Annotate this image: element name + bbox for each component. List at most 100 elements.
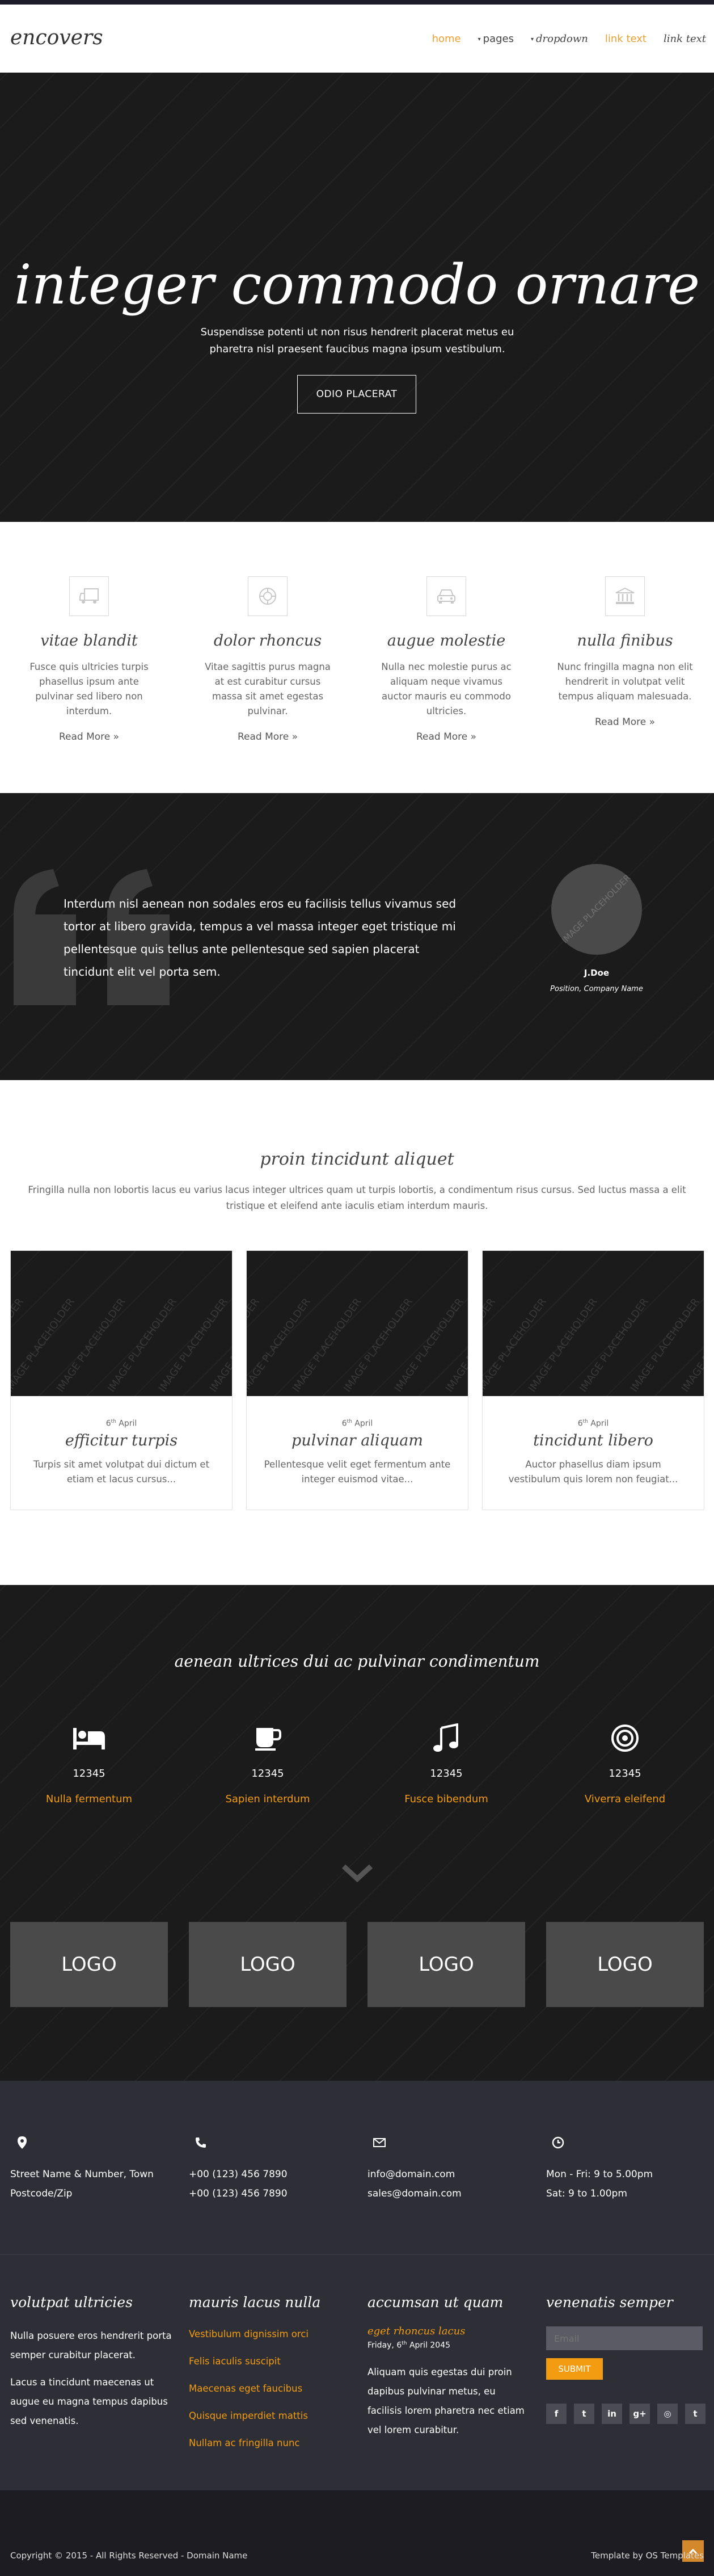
- template-credit[interactable]: Template by OS Templates: [591, 2550, 704, 2561]
- blog-card[interactable]: IMAGE PLACEHOLDERIMAGE PLACEHOLDERIMAGE …: [322, 1250, 714, 1510]
- nav-item-dropdown[interactable]: ▾ dropdown: [531, 33, 588, 45]
- contact-email: info@domain.com sales@domain.com: [367, 2131, 538, 2203]
- nav-item-pages[interactable]: ▾ pages: [478, 33, 514, 45]
- instagram-icon[interactable]: ◎: [657, 2404, 678, 2424]
- chevron-down-icon: [341, 1864, 373, 1883]
- feature-card: vitae blandit Fusce quis ultricies turpi…: [21, 576, 157, 743]
- blog-section: proin tincidunt aliquet Fringilla nulla …: [0, 1080, 714, 1585]
- news-post-date: Friday, 6th April 2045: [367, 2341, 532, 2350]
- news-post-link[interactable]: eget rhoncus lacus: [367, 2325, 532, 2337]
- testimonial-text: Interdum nisl aenean non sodales eros eu…: [64, 897, 457, 979]
- contact-address: Street Name & Number, Town Postcode/Zip: [10, 2131, 180, 2203]
- blog-card[interactable]: IMAGE PLACEHOLDERIMAGE PLACEHOLDERIMAGE …: [86, 1250, 568, 1510]
- client-logo[interactable]: LOGO: [546, 1922, 704, 2007]
- feature-card: augue molestie Nulla nec molestie purus …: [378, 576, 514, 743]
- clock-icon: [546, 2131, 570, 2155]
- footer-link[interactable]: Felis iaculis suscipit: [189, 2348, 353, 2375]
- footer-link[interactable]: Maecenas eget faucibus: [189, 2375, 353, 2402]
- main-menu: home ▾ pages ▾ dropdown link text link tex…: [415, 33, 706, 45]
- submit-button[interactable]: SUBMIT: [546, 2358, 603, 2380]
- section-title: proin tincidunt aliquet: [260, 1149, 454, 1169]
- copyright-text: Copyright © 2015 - All Rights Reserved -…: [10, 2550, 248, 2561]
- tumblr-icon[interactable]: t: [685, 2404, 705, 2424]
- contact-line: Sat: 9 to 1.00pm: [546, 2188, 627, 2199]
- blog-card[interactable]: IMAGE PLACEHOLDERIMAGE PLACEHOLDERIMAGE …: [0, 1250, 332, 1510]
- post-date: 6th April: [247, 1419, 468, 1428]
- testimonial-section: Interdum nisl aenean non sodales eros eu…: [0, 793, 714, 1080]
- contact-line: +00 (123) 456 7890: [189, 2169, 288, 2180]
- footer-col-title: volutpat ultricies: [10, 2294, 133, 2311]
- post-excerpt: Pellentesque velit eget fermentum ante i…: [264, 1458, 451, 1485]
- feature-text: Nunc fringilla magna non elit hendrerit …: [557, 661, 693, 702]
- footer-link[interactable]: Vestibulum dignissim orci: [189, 2321, 353, 2348]
- envelope-icon: [367, 2131, 391, 2155]
- feature-card: dolor rhoncus Vitae sagittis purus magna…: [200, 576, 336, 743]
- post-day: 6: [396, 2341, 402, 2350]
- read-more-link[interactable]: Read More »: [557, 716, 693, 728]
- car-icon: [426, 576, 466, 616]
- feature-card: nulla finibus Nunc fringilla magna non e…: [557, 576, 693, 728]
- nav-item-link-text-2[interactable]: link text: [664, 33, 706, 45]
- stats-section: aenean ultrices dui ac pulvinar condimen…: [0, 1585, 714, 2081]
- footer-link[interactable]: Nullam ac fringilla nunc: [189, 2430, 353, 2457]
- site-logo[interactable]: encovers: [10, 26, 103, 49]
- post-title[interactable]: efficitur turpis: [11, 1432, 232, 1449]
- post-excerpt: Turpis sit amet volutpat dui dictum et e…: [33, 1458, 210, 1485]
- post-day-suffix: th: [582, 1419, 588, 1424]
- footer-col-title: mauris lacus nulla: [189, 2294, 321, 2311]
- contact-line[interactable]: sales@domain.com: [367, 2184, 538, 2203]
- post-month: April: [590, 1419, 609, 1428]
- twitter-icon[interactable]: t: [574, 2404, 594, 2424]
- bed-icon: [21, 1721, 157, 1755]
- post-month: April: [354, 1419, 373, 1428]
- contact-line: +00 (123) 456 7890: [189, 2188, 288, 2199]
- post-title[interactable]: pulvinar aliquam: [247, 1432, 468, 1449]
- client-logo[interactable]: LOGO: [367, 1922, 525, 2007]
- client-logo[interactable]: LOGO: [10, 1922, 168, 2007]
- post-month-year: April 2045: [409, 2341, 451, 2350]
- nav-item-link-text[interactable]: link text: [605, 33, 647, 45]
- news-post-text: Aliquam quis egestas dui proin dapibus p…: [367, 2366, 525, 2435]
- read-more-link[interactable]: Read More »: [378, 731, 514, 743]
- footer-col-title: venenatis semper: [546, 2294, 673, 2311]
- divider: [0, 2254, 714, 2255]
- social-links: f t in g+ ◎ t: [546, 2404, 711, 2424]
- feature-text: Nulla nec molestie purus ac aliquam nequ…: [381, 661, 512, 716]
- map-marker-icon: [10, 2131, 34, 2155]
- image-placeholder-art: IMAGE PLACEHOLDERIMAGE PLACEHOLDERIMAGE …: [86, 1296, 568, 1394]
- stat-item: 12345 Nulla fermentum: [21, 1721, 157, 1805]
- facebook-icon[interactable]: f: [546, 2404, 567, 2424]
- section-subtitle: Fringilla nulla non lobortis lacus eu va…: [28, 1184, 686, 1211]
- feature-title: dolor rhoncus: [213, 632, 322, 650]
- client-logo[interactable]: LOGO: [189, 1922, 347, 2007]
- post-date: 6th April: [11, 1419, 232, 1428]
- footer-col-title: accumsan ut quam: [367, 2294, 504, 2311]
- footer-link[interactable]: Quisque imperdiet mattis: [189, 2402, 353, 2430]
- hero-title: integer commodo ornare: [14, 253, 700, 317]
- feature-title: augue molestie: [387, 632, 506, 650]
- features-section: vitae blandit Fusce quis ultricies turpi…: [0, 522, 714, 793]
- read-more-link[interactable]: Read More »: [200, 731, 336, 743]
- contact-line: Street Name & Number, Town: [10, 2169, 154, 2180]
- caret-down-icon: ▾: [478, 36, 481, 43]
- post-title[interactable]: tincidunt libero: [483, 1432, 704, 1449]
- phone-icon: [189, 2131, 213, 2155]
- image-placeholder-art: IMAGE PLACEHOLDERIMAGE PLACEHOLDERIMAGE …: [322, 1296, 714, 1394]
- feature-title: vitae blandit: [40, 632, 138, 650]
- nav-item-home[interactable]: home: [432, 33, 461, 45]
- top-strip: [0, 0, 714, 5]
- nav-item-label: dropdown: [536, 33, 588, 45]
- read-more-link[interactable]: Read More »: [21, 731, 157, 743]
- stat-label: Fusce bibendum: [404, 1793, 488, 1805]
- google-plus-icon[interactable]: g+: [629, 2404, 650, 2424]
- hero-button[interactable]: ODIO PLACERAT: [297, 375, 416, 414]
- linkedin-icon[interactable]: in: [602, 2404, 622, 2424]
- feature-text: Fusce quis ultricies turpis phasellus ip…: [29, 661, 149, 716]
- contact-line[interactable]: info@domain.com: [367, 2165, 538, 2184]
- music-note-icon: [378, 1721, 514, 1755]
- email-field[interactable]: [546, 2326, 703, 2350]
- stat-number: 12345: [73, 1768, 105, 1780]
- blog-image: IMAGE PLACEHOLDERIMAGE PLACEHOLDERIMAGE …: [322, 1251, 714, 1396]
- footer-widgets: volutpat ultricies Nulla posuere eros he…: [0, 2254, 714, 2490]
- stat-number: 12345: [430, 1768, 463, 1780]
